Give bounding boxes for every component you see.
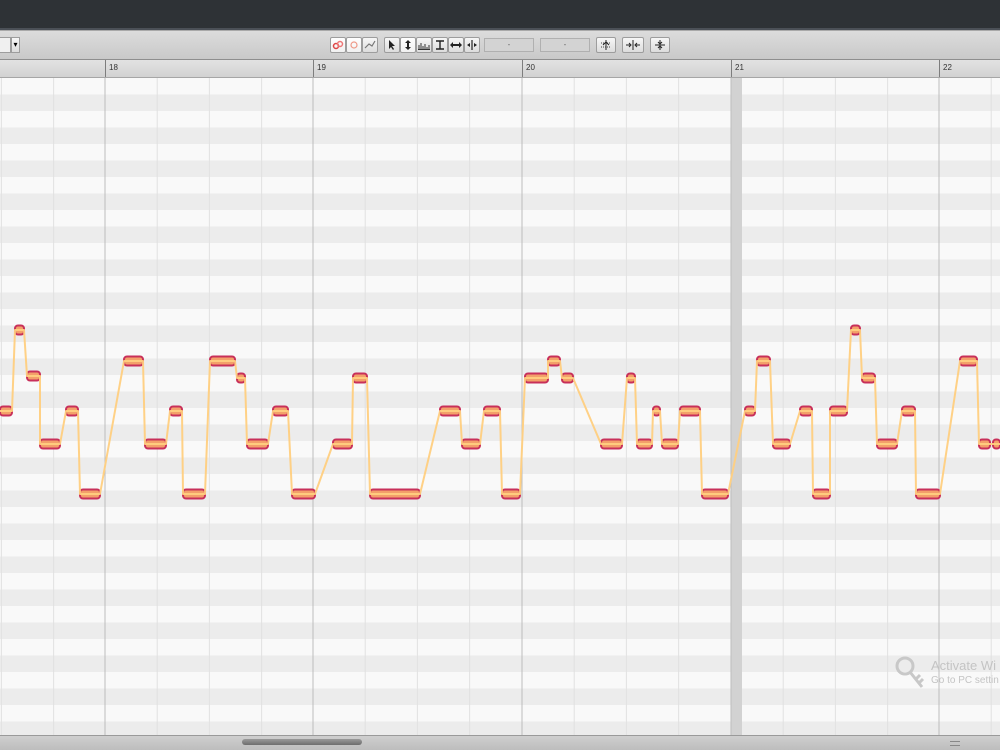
correct-pitch-button[interactable] (596, 37, 616, 53)
pitch-lane (0, 490, 1000, 507)
pitch-lane (0, 573, 1000, 590)
correct-pitch-icon (601, 40, 611, 50)
edit-level-button[interactable] (650, 37, 670, 53)
amplitude-tool-icon (436, 40, 444, 50)
pitch-lane (0, 540, 1000, 557)
pitch-lane (0, 639, 1000, 656)
pitch-lane (0, 705, 1000, 722)
pitch-lane (0, 276, 1000, 293)
pitch-lane (0, 457, 1000, 474)
pitch-lane (0, 292, 1000, 309)
left-panel-control[interactable] (0, 37, 11, 53)
pitch-lane (0, 177, 1000, 194)
pitch-field[interactable]: - (540, 38, 590, 52)
timeline-ruler[interactable]: 18 19 20 21 22 (0, 60, 1000, 78)
pitch-lane (0, 375, 1000, 392)
activation-watermark: Activate Wi Go to PC settin (894, 655, 1000, 695)
horizontal-scrollbar[interactable] (0, 735, 1000, 750)
pitch-tool-button[interactable] (400, 37, 416, 53)
key-icon (895, 656, 925, 688)
watermark-subtitle: Go to PC settin (931, 675, 999, 686)
pitch-lane (0, 144, 1000, 161)
scrollbar-grip (950, 741, 960, 746)
playhead-region (731, 78, 742, 735)
watermark-title: Activate Wi (931, 658, 997, 673)
pitch-lane (0, 672, 1000, 689)
formant-tool-button[interactable] (416, 37, 432, 53)
pitch-modulation-icon (332, 40, 344, 50)
pitch-drift-button[interactable] (346, 37, 362, 53)
pitch-lane (0, 243, 1000, 260)
pitch-lane (0, 523, 1000, 540)
time-tool-button[interactable] (448, 37, 464, 53)
main-tool-button[interactable] (384, 37, 400, 53)
pitch-lane (0, 507, 1000, 524)
pitch-lane (0, 688, 1000, 705)
pitch-lane (0, 78, 1000, 95)
separation-tool-icon (467, 40, 477, 50)
vibrato-icon (364, 40, 376, 49)
pitch-lane (0, 474, 1000, 491)
pitch-grid-canvas[interactable] (0, 78, 1000, 735)
pitch-lane (0, 210, 1000, 227)
pitch-lane (0, 193, 1000, 210)
pitch-tool-icon (405, 40, 411, 50)
left-panel-dropdown[interactable]: ▾ (11, 37, 20, 53)
pitch-lane (0, 721, 1000, 735)
pitch-lane (0, 606, 1000, 623)
pitch-lane (0, 556, 1000, 573)
amplitude-tool-button[interactable] (432, 37, 448, 53)
pitch-lane (0, 94, 1000, 111)
pitch-lane (0, 391, 1000, 408)
pitch-lane (0, 259, 1000, 276)
pitch-lane (0, 127, 1000, 144)
pitch-lane (0, 160, 1000, 177)
formant-tool-icon (418, 43, 430, 50)
scrollbar-thumb[interactable] (242, 739, 362, 745)
pitch-lane (0, 589, 1000, 606)
pitch-lane (0, 622, 1000, 639)
main-tool-arrow-icon (389, 40, 395, 50)
pitch-lane (0, 226, 1000, 243)
note-editor[interactable] (0, 78, 1000, 735)
pitch-drift-icon (350, 41, 358, 49)
pitch-lane (0, 655, 1000, 672)
separation-tool-button[interactable] (464, 37, 480, 53)
time-field[interactable]: - (484, 38, 534, 52)
edit-level-icon (655, 40, 665, 50)
vibrato-button[interactable] (362, 37, 378, 53)
title-bar (0, 0, 1000, 30)
toolbar: ▾ - - (0, 30, 1000, 60)
pitch-modulation-button[interactable] (330, 37, 346, 53)
pitch-lane (0, 309, 1000, 326)
quantize-time-icon (626, 40, 640, 50)
time-tool-icon (450, 42, 462, 48)
pitch-lane (0, 111, 1000, 128)
quantize-time-button[interactable] (622, 37, 644, 53)
